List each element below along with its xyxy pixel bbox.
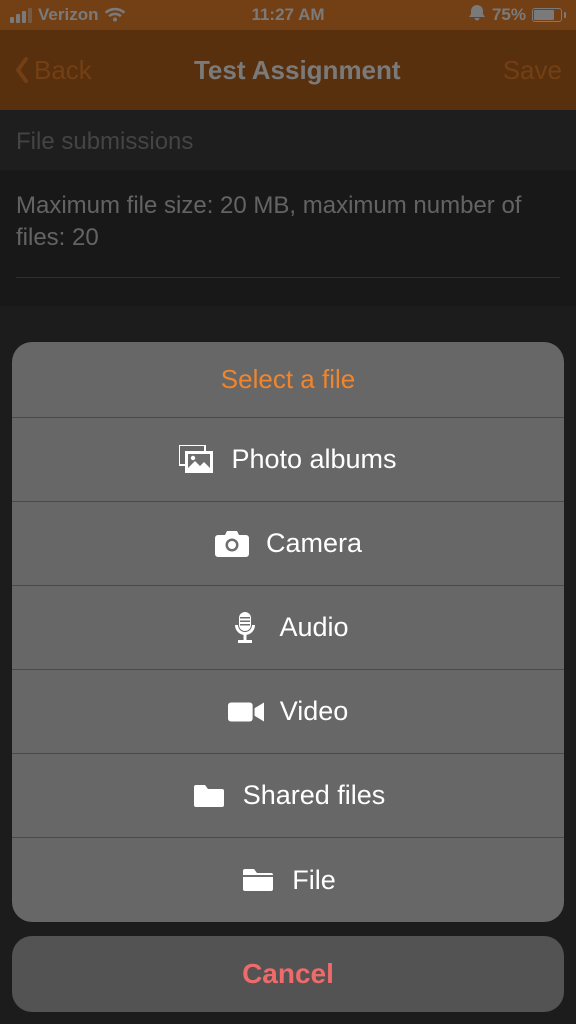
file-icon [240, 864, 276, 896]
option-file[interactable]: File [12, 838, 564, 922]
action-sheet: Select a file Photo albums Camera Audio [12, 342, 564, 1012]
cancel-button[interactable]: Cancel [12, 936, 564, 1012]
video-icon [228, 696, 264, 728]
option-label: Shared files [243, 780, 386, 811]
option-shared-files[interactable]: Shared files [12, 754, 564, 838]
option-label: Audio [279, 612, 348, 643]
option-label: Video [280, 696, 349, 727]
photo-albums-icon [179, 444, 215, 476]
audio-icon [227, 612, 263, 644]
screen: Verizon 11:27 AM 75% Back Test Assignmen… [0, 0, 576, 1024]
action-sheet-title: Select a file [12, 342, 564, 418]
camera-icon [214, 528, 250, 560]
option-label: Photo albums [231, 444, 396, 475]
option-video[interactable]: Video [12, 670, 564, 754]
option-label: File [292, 865, 336, 896]
option-camera[interactable]: Camera [12, 502, 564, 586]
option-label: Camera [266, 528, 362, 559]
action-sheet-panel: Select a file Photo albums Camera Audio [12, 342, 564, 922]
option-photo-albums[interactable]: Photo albums [12, 418, 564, 502]
shared-files-icon [191, 780, 227, 812]
option-audio[interactable]: Audio [12, 586, 564, 670]
